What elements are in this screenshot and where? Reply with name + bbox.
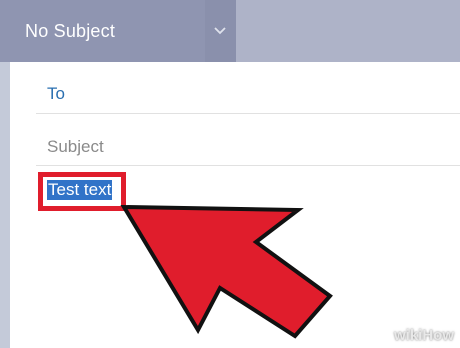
watermark: wikiHow xyxy=(393,327,454,344)
pointer-arrow-icon xyxy=(120,204,333,339)
